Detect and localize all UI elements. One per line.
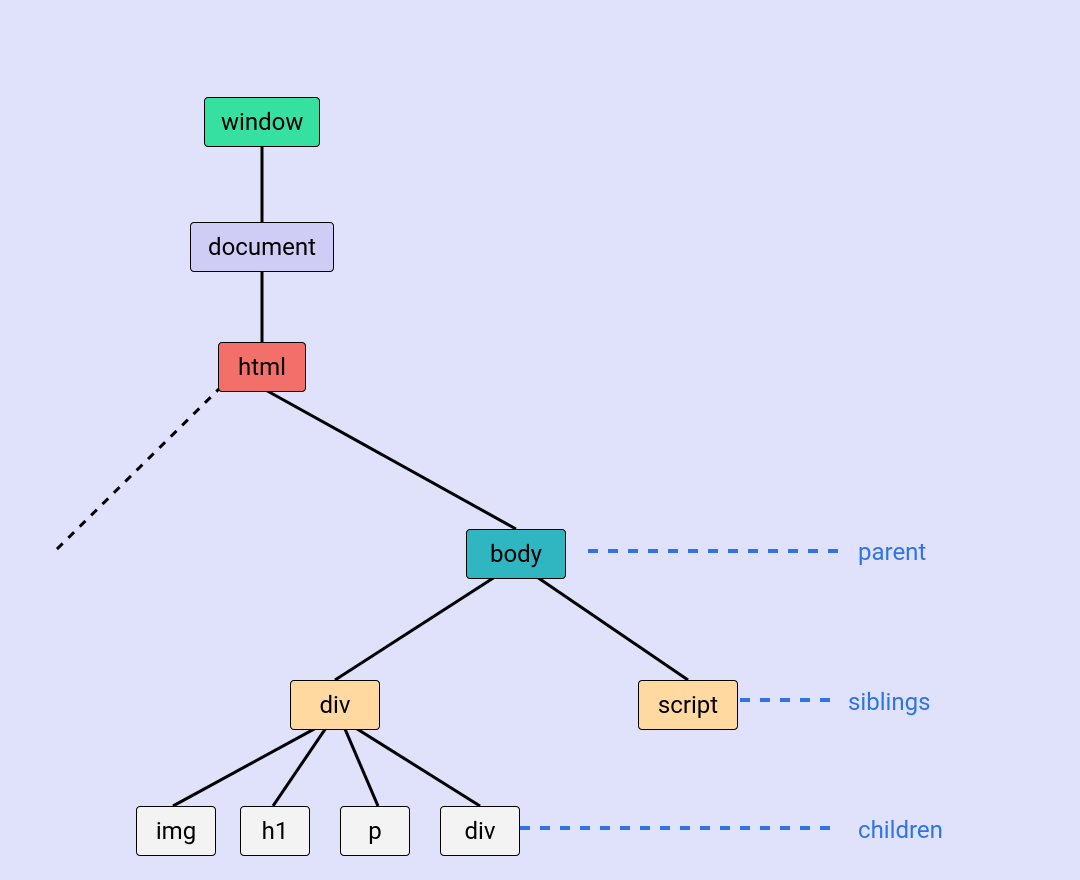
node-img: img [136,806,216,856]
node-html: html [218,342,306,392]
node-div-child: div [440,806,520,856]
node-script: script [638,680,738,730]
dom-tree-diagram: window document html body div script img… [0,0,1080,880]
node-h1: h1 [240,806,310,856]
node-document: document [190,222,334,272]
edges-layer [0,0,1080,880]
annotation-children: children [858,816,943,844]
node-p: p [340,806,410,856]
annotation-siblings: siblings [848,688,931,716]
node-window: window [204,97,320,147]
annotation-parent: parent [858,538,926,566]
node-body: body [466,529,566,579]
node-div: div [290,680,380,730]
